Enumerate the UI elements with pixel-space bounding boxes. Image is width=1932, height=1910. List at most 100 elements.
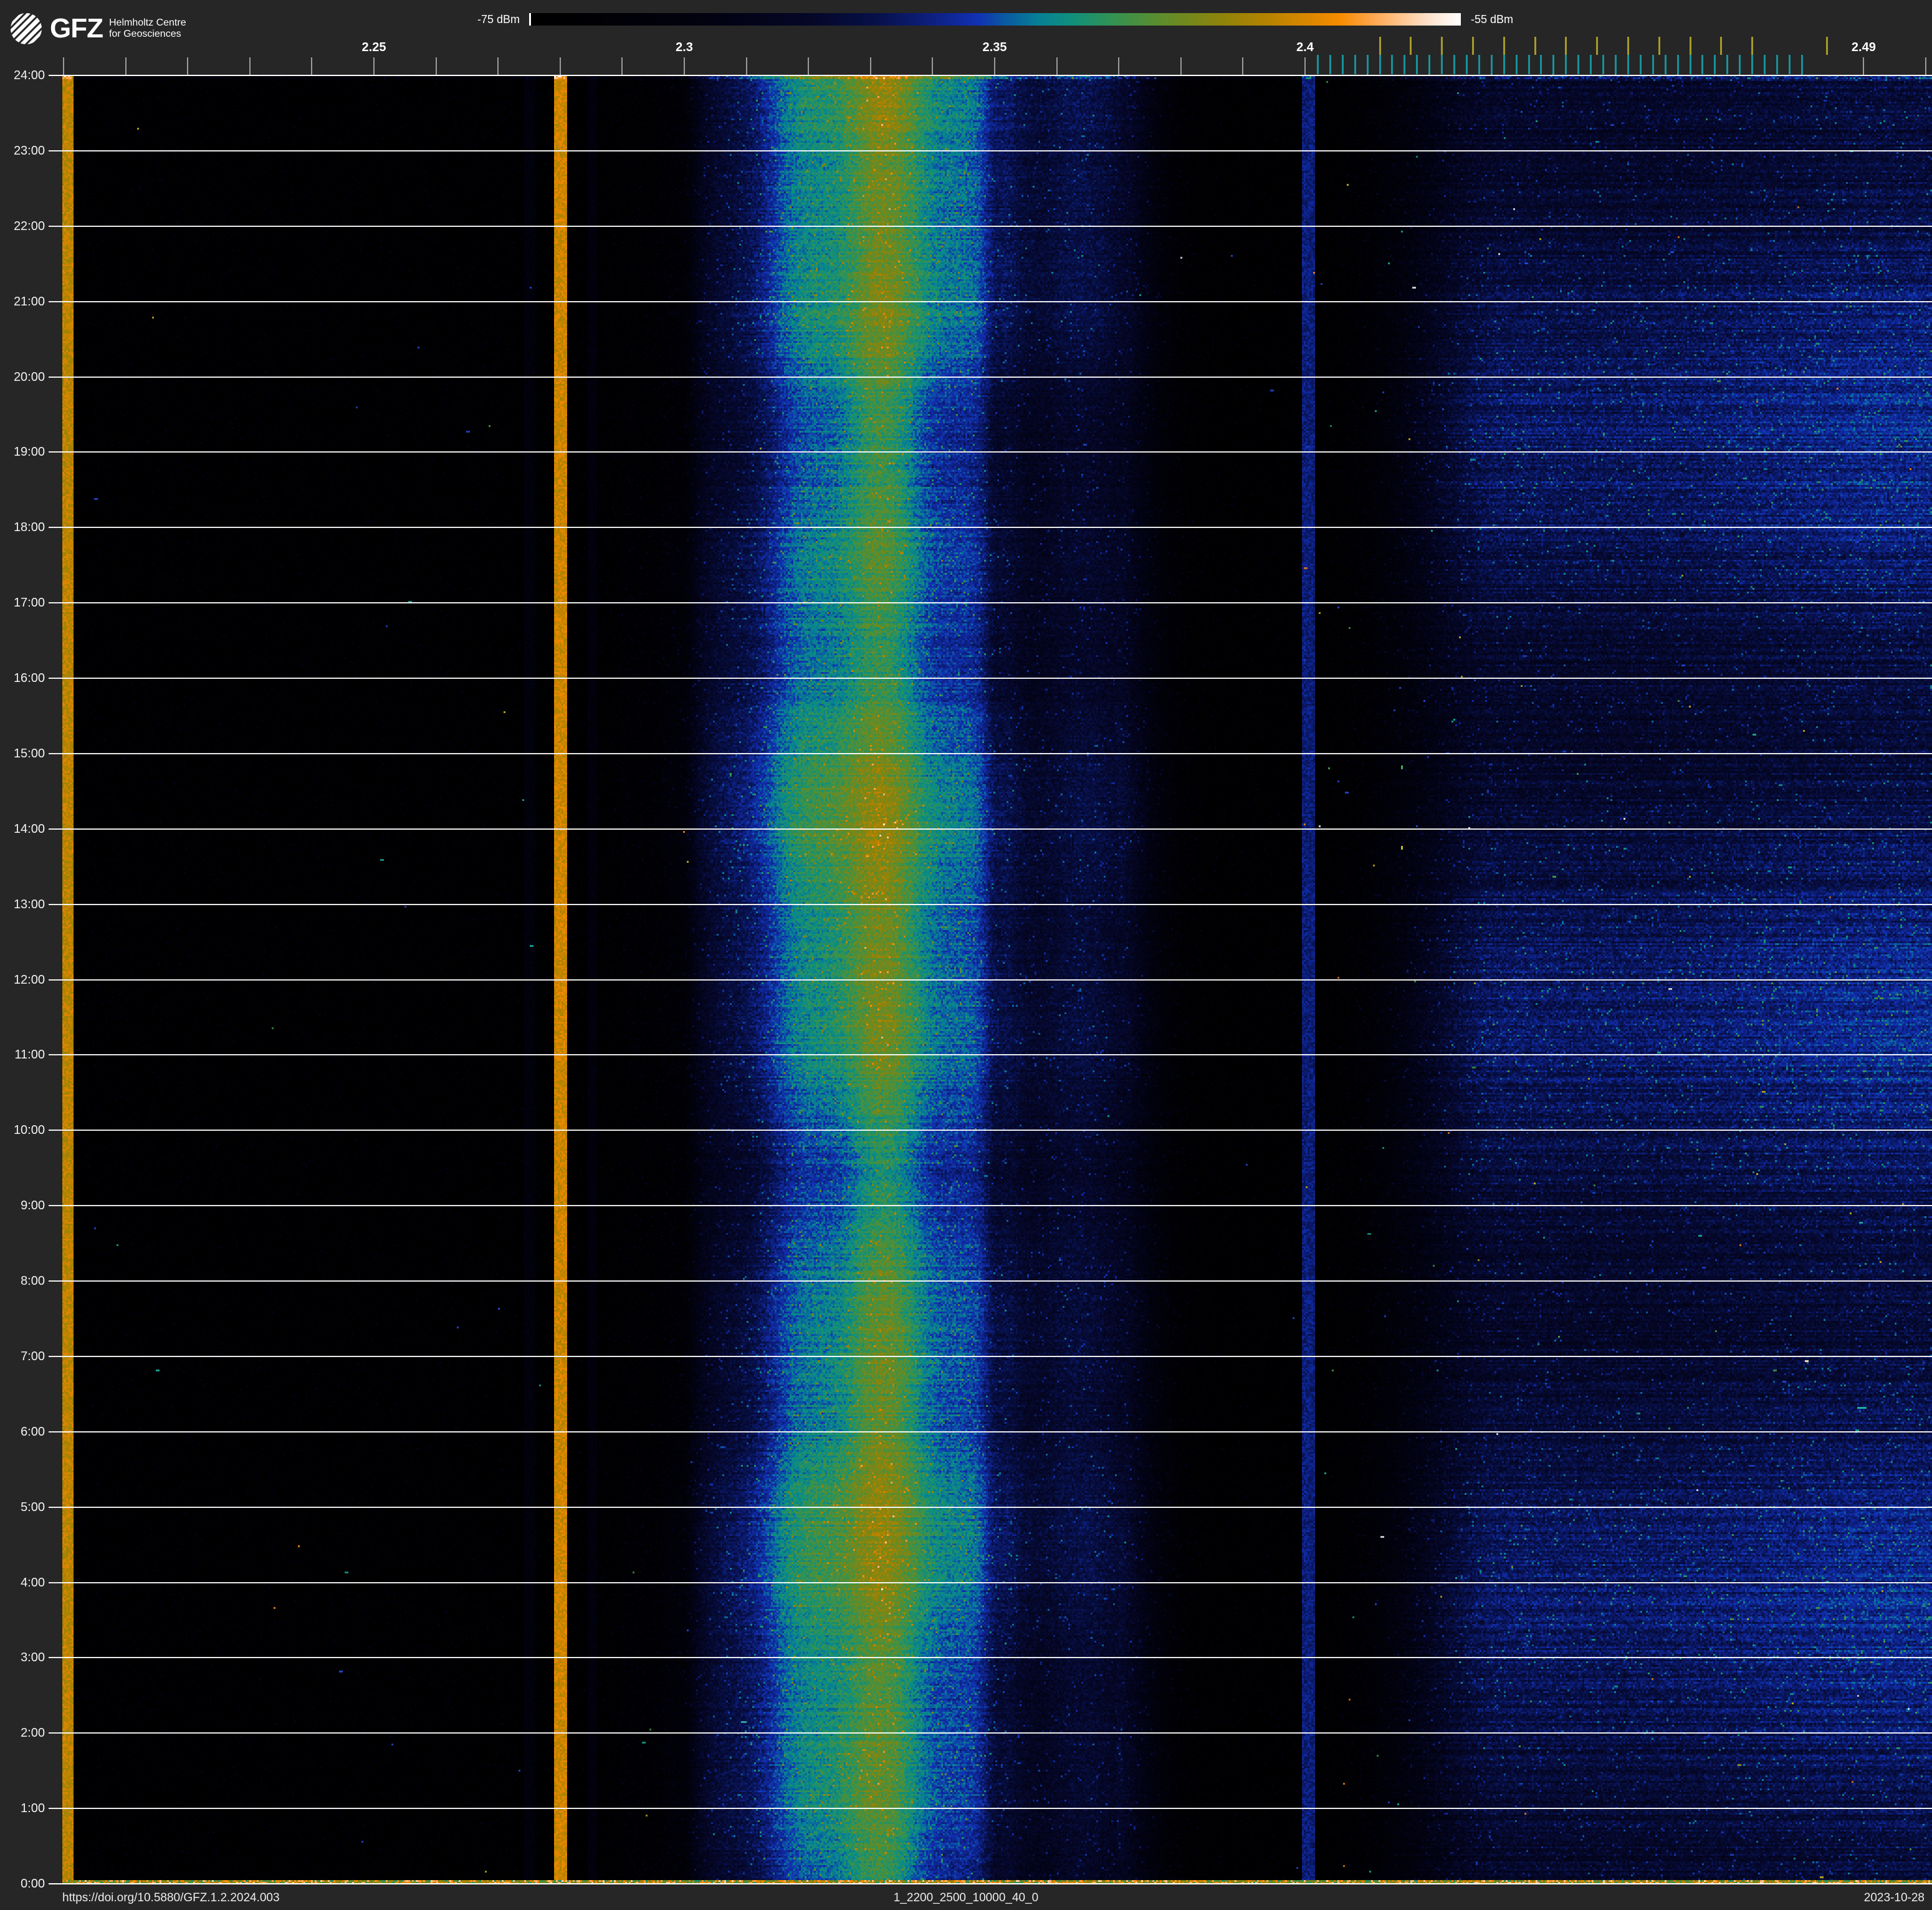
gfz-logo-text: GFZ (50, 13, 103, 44)
hour-gridline (49, 300, 1932, 302)
ble-channel-tick (1540, 55, 1542, 74)
hour-gridline (49, 752, 1932, 754)
time-tick-label: 24:00 (13, 69, 45, 82)
freq-minor-tick (1304, 57, 1306, 75)
ble-channel-tick (1503, 55, 1505, 74)
hour-gridline (49, 1657, 1932, 1659)
ble-channel-tick (1726, 55, 1729, 74)
freq-minor-tick (435, 57, 437, 75)
ble-channel-tick (1316, 55, 1319, 74)
freq-minor-tick (1056, 57, 1058, 75)
gfz-logo-subtitle-line2: for Geosciences (108, 29, 181, 39)
ble-channel-tick (1428, 55, 1431, 74)
hour-gridline (49, 1732, 1932, 1734)
freq-minor-tick (249, 57, 251, 75)
ble-channel-tick (1490, 55, 1493, 74)
time-tick-label: 4:00 (21, 1575, 45, 1590)
ble-channel-tick (1788, 55, 1791, 74)
spectrogram-page: GFZ Helmholtz Centre for Geosciences -75… (0, 0, 1932, 1910)
time-tick-label: 21:00 (13, 294, 45, 309)
time-tick-label: 0:00 (21, 1877, 45, 1891)
freq-minor-tick (1180, 57, 1182, 75)
freq-minor-tick (932, 57, 934, 75)
freq-minor-tick (1242, 57, 1244, 75)
gfz-logo-subtitle-line1: Helmholtz Centre (108, 17, 186, 28)
date-label: 2023-10-28 (1863, 1891, 1925, 1904)
ble-channel-tick (1379, 55, 1381, 74)
hour-gridline (49, 678, 1932, 679)
time-tick-label: 20:00 (13, 370, 45, 384)
hour-gridline (49, 1130, 1932, 1131)
ble-channel-tick (1329, 55, 1331, 74)
wifi-channel-tick (1441, 37, 1443, 55)
freq-minor-tick (1925, 57, 1926, 75)
ble-channel-tick (1627, 55, 1629, 74)
freq-minor-tick (373, 57, 375, 75)
time-tick-label: 7:00 (21, 1349, 45, 1363)
time-tick-label: 1:00 (21, 1802, 45, 1816)
time-tick-label: 17:00 (13, 596, 45, 610)
ble-channel-tick (1391, 55, 1394, 74)
time-tick-label: 15:00 (13, 746, 45, 761)
hour-gridline (49, 602, 1932, 604)
time-tick-label: 9:00 (21, 1199, 45, 1213)
freq-minor-tick (311, 57, 313, 75)
colorbar (529, 13, 1461, 26)
time-tick-label: 14:00 (13, 822, 45, 836)
time-tick-label: 2:00 (21, 1726, 45, 1740)
ble-channel-tick (1652, 55, 1654, 74)
wifi-channel-tick (1720, 37, 1723, 55)
freq-minor-tick (1118, 57, 1120, 75)
colorbar-min-label: -75 dBm (477, 13, 520, 26)
ble-channel-tick (1341, 55, 1344, 74)
freq-minor-tick (994, 57, 995, 75)
colorbar-max-label: -55 dBm (1471, 13, 1514, 26)
freq-minor-tick (63, 57, 64, 75)
time-tick-label: 3:00 (21, 1651, 45, 1665)
wifi-channel-tick (1658, 37, 1660, 55)
hour-gridline (49, 150, 1932, 151)
ble-channel-tick (1552, 55, 1555, 74)
freq-minor-tick (125, 57, 127, 75)
wifi-channel-tick (1825, 37, 1828, 55)
ble-channel-tick (1465, 55, 1468, 74)
wifi-channel-tick (1627, 37, 1629, 55)
ble-channel-tick (1478, 55, 1480, 74)
time-tick-label: 22:00 (13, 219, 45, 233)
time-tick-label: 13:00 (13, 897, 45, 911)
ble-channel-tick (1590, 55, 1592, 74)
freq-minor-tick (497, 57, 499, 75)
dataset-id: 1_2200_2500_10000_40_0 (893, 1891, 1039, 1904)
hour-gridline (49, 1581, 1932, 1583)
ble-channel-tick (1639, 55, 1642, 74)
ble-channel-tick (1764, 55, 1766, 74)
wifi-channel-tick (1751, 37, 1754, 55)
hour-gridline (49, 1355, 1932, 1357)
plot-border-line (49, 1883, 1932, 1884)
gfz-logo-icon (10, 12, 42, 45)
freq-tick-label: 2.49 (1851, 41, 1876, 54)
freq-minor-tick (187, 57, 189, 75)
wifi-channel-tick (1503, 37, 1505, 55)
hour-gridline (49, 1054, 1932, 1056)
ble-channel-tick (1453, 55, 1456, 74)
wifi-channel-tick (1565, 37, 1567, 55)
wifi-channel-tick (1689, 37, 1691, 55)
freq-tick-label: 2.35 (982, 41, 1007, 54)
ble-channel-tick (1441, 55, 1443, 74)
time-tick-label: 8:00 (21, 1274, 45, 1288)
freq-minor-tick (869, 57, 871, 75)
ble-channel-tick (1800, 55, 1803, 74)
ble-channel-tick (1714, 55, 1716, 74)
freq-minor-tick (808, 57, 810, 75)
hour-gridline (49, 979, 1932, 981)
wifi-channel-tick (1379, 37, 1381, 55)
hour-gridline (49, 376, 1932, 378)
ble-channel-tick (1751, 55, 1754, 74)
freq-tick-label: 2.4 (1296, 41, 1314, 54)
hour-gridline (49, 225, 1932, 227)
ble-channel-tick (1689, 55, 1691, 74)
time-tick-label: 6:00 (21, 1424, 45, 1439)
time-tick-label: 10:00 (13, 1123, 45, 1138)
time-tick-label: 18:00 (13, 521, 45, 535)
